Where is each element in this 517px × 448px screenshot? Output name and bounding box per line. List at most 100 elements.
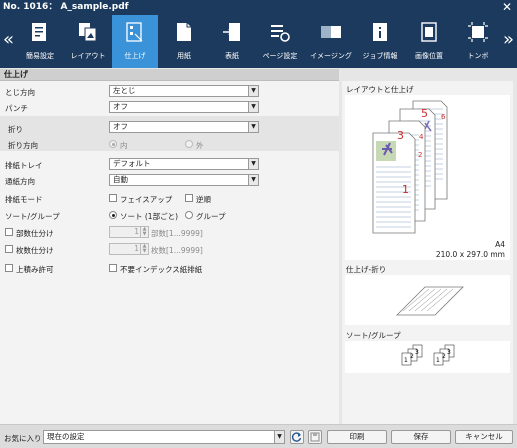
job-info-icon <box>373 23 387 41</box>
save-favorite-button[interactable] <box>308 430 322 444</box>
sort-preview-graphic: 1 2 3 1 2 3 <box>401 344 455 366</box>
fold-select[interactable]: オフ ▼ <box>109 121 259 133</box>
tab-label: 表紙 <box>225 52 239 60</box>
fold-out-label: 外 <box>196 141 204 150</box>
save-button[interactable]: 保存 <box>391 430 451 444</box>
window-title: No. 1016： A_sample.pdf <box>3 2 129 12</box>
bottom-bar: お気に入り 現在の設定 ▼ 印刷 保存 キャンセル <box>0 424 517 448</box>
imaging-icon <box>321 26 341 38</box>
sort-number: 3 <box>415 349 419 356</box>
section-title: 仕上げ <box>0 69 339 81</box>
binding-select[interactable]: 左とじ ▼ <box>109 85 259 97</box>
toolbar: « 簡易設定 レイアウト 仕上げ 用紙 表紙 ページ設定 イメージング ジョブ情… <box>0 15 517 68</box>
page-number: 2 <box>418 151 422 159</box>
paper-path-select[interactable]: 自動 ▼ <box>109 174 259 186</box>
floppy-disk-icon <box>310 432 320 442</box>
output-tray-select[interactable]: デフォルト ▼ <box>109 158 259 170</box>
fold-preview <box>345 275 510 325</box>
paper-path-label: 通紙方向 <box>5 177 35 186</box>
tab-label: 仕上げ <box>124 52 146 60</box>
group-radio[interactable] <box>185 211 193 219</box>
tab-imaging[interactable]: イメージング <box>308 15 354 68</box>
tab-label: レイアウト <box>70 52 106 60</box>
page-number: 5 <box>421 107 428 120</box>
tab-paper[interactable]: 用紙 <box>161 15 207 68</box>
page-number: 1 <box>402 183 409 196</box>
tab-page-setting[interactable]: ページ設定 <box>257 15 303 68</box>
finishing-icon <box>126 22 143 42</box>
favorite-select[interactable]: 現在の設定 ▼ <box>43 430 285 444</box>
fold-out-radio[interactable] <box>185 140 193 148</box>
layout-preview: 5 6 3 4 1 2 A4 210.0 x 297.0 mm <box>345 95 510 260</box>
prev-tabs-icon[interactable]: « <box>3 31 14 49</box>
copy-separation-checkbox[interactable] <box>5 228 13 236</box>
tab-finishing[interactable]: 仕上げ <box>112 15 158 68</box>
page-number: 3 <box>397 129 404 142</box>
offset-stack-label: 上積み許可 <box>16 265 54 274</box>
sort-preview: 1 2 3 1 2 3 <box>345 341 510 373</box>
sort-number: 2 <box>442 353 446 360</box>
refresh-button[interactable] <box>290 430 304 444</box>
paper-size: A4 <box>495 240 505 249</box>
face-up-label: フェイスアップ <box>120 195 173 204</box>
index-paper-checkbox[interactable] <box>109 264 117 272</box>
chevron-down-icon: ▼ <box>248 122 258 132</box>
face-up-checkbox[interactable] <box>109 194 117 202</box>
tab-label: ページ設定 <box>262 52 298 60</box>
sort-group-label: ソート/グループ <box>5 212 60 221</box>
punch-value: オフ <box>113 102 128 111</box>
settings-panel: とじ方向 左とじ ▼ パンチ オフ ▼ 折り オフ ▼ 折り方向 内 外 排紙ト… <box>0 81 339 424</box>
tab-job-info[interactable]: ジョブ情報 <box>357 15 403 68</box>
print-button[interactable]: 印刷 <box>327 430 387 444</box>
chevron-down-icon: ▼ <box>248 175 258 185</box>
copy-separation-hint: 部数[1...9999] <box>151 229 203 238</box>
tab-label: イメージング <box>310 52 352 60</box>
punch-select[interactable]: オフ ▼ <box>109 101 259 113</box>
image-position-icon <box>421 22 437 42</box>
sheet-separation-stepper[interactable]: 1 ▲ ▼ <box>109 243 149 255</box>
booklet-preview-graphic: 5 6 3 4 1 2 <box>372 100 448 234</box>
reverse-order-checkbox[interactable] <box>185 194 193 202</box>
next-tabs-icon[interactable]: » <box>503 31 514 49</box>
tab-layout[interactable]: レイアウト <box>65 15 111 68</box>
sheet-separation-checkbox[interactable] <box>5 245 13 253</box>
tab-label: ジョブ情報 <box>362 52 398 60</box>
favorite-label: お気に入り <box>4 434 42 443</box>
sort-radio[interactable] <box>109 211 117 219</box>
fold-preview-graphic <box>396 286 464 316</box>
stepper-arrows-icon[interactable]: ▲ ▼ <box>140 244 148 254</box>
tab-crop-marks[interactable]: トンボ <box>455 15 501 68</box>
sheet-separation-value: 1 <box>134 244 139 253</box>
sort-label: ソート (1部ごと) <box>120 212 179 221</box>
copy-separation-stepper[interactable]: 1 ▲ ▼ <box>109 226 149 238</box>
tab-quick-setting[interactable]: 簡易設定 <box>17 15 63 68</box>
sort-number: 1 <box>404 357 408 364</box>
favorite-value: 現在の設定 <box>47 432 85 441</box>
binding-value: 左とじ <box>113 86 136 95</box>
fold-in-label: 内 <box>120 141 128 150</box>
tab-cover[interactable]: 表紙 <box>209 15 255 68</box>
fold-direction-label: 折り方向 <box>8 141 38 150</box>
chevron-down-icon: ▼ <box>248 159 258 169</box>
sort-number: 2 <box>410 353 414 360</box>
copy-separation-value: 1 <box>134 227 139 236</box>
index-paper-label: 不要インデックス紙排紙 <box>120 265 203 274</box>
close-icon[interactable]: ✕ <box>502 0 512 14</box>
cancel-button[interactable]: キャンセル <box>455 430 513 444</box>
tab-image-position[interactable]: 画像位置 <box>406 15 452 68</box>
punch-label: パンチ <box>5 104 28 113</box>
offset-stack-checkbox[interactable] <box>5 264 13 272</box>
layout-preview-title: レイアウトと仕上げ <box>346 85 414 94</box>
stepper-arrows-icon[interactable]: ▲ ▼ <box>140 227 148 237</box>
sort-number: 1 <box>436 357 440 364</box>
fold-in-radio[interactable] <box>109 140 117 148</box>
output-tray-value: デフォルト <box>113 159 151 168</box>
paper-dimensions: 210.0 x 297.0 mm <box>435 250 505 259</box>
crop-marks-icon <box>468 22 488 42</box>
paper-path-value: 自動 <box>113 175 128 184</box>
fold-preview-title: 仕上げ-折り <box>346 265 387 274</box>
page-number: 6 <box>441 113 446 121</box>
tab-label: トンボ <box>467 52 489 60</box>
binding-label: とじ方向 <box>5 88 35 97</box>
tab-label: 画像位置 <box>415 52 443 60</box>
